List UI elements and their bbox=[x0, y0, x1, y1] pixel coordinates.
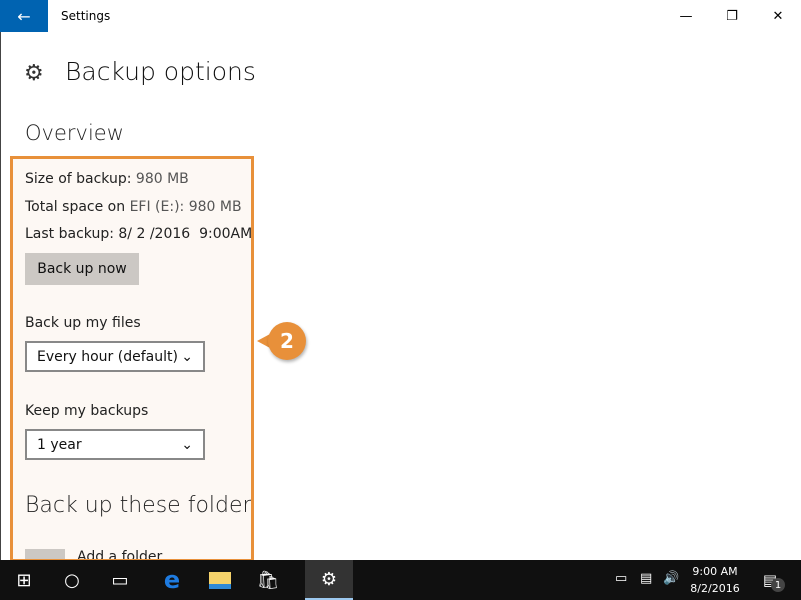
highlighted-panel: Size of backup: 980 MB Total space on EF… bbox=[10, 156, 254, 562]
close-icon: ✕ bbox=[772, 8, 784, 24]
back-button[interactable]: ← bbox=[0, 0, 48, 32]
clock-date: 8/2/2016 bbox=[690, 582, 740, 595]
store-icon: 🛍 bbox=[256, 569, 280, 591]
taskbar: ⊞ ○ ▭ e 🛍 ⚙ ▭ ▤ 🔊 9:00 AM 8/2/2016 ▤ 1 bbox=[0, 560, 801, 600]
clock-time: 9:00 AM bbox=[692, 565, 738, 578]
notification-count: 1 bbox=[771, 578, 786, 592]
clock[interactable]: 9:00 AM 8/2/2016 bbox=[680, 563, 750, 597]
arrow-left-icon: ← bbox=[17, 6, 31, 26]
battery-icon[interactable]: ▭ bbox=[615, 571, 627, 586]
back-up-now-button[interactable]: Back up now bbox=[25, 253, 139, 285]
start-button[interactable]: ⊞ bbox=[0, 560, 48, 600]
settings-icon: ⚙ bbox=[320, 568, 338, 590]
dropdown-value: 1 year bbox=[37, 436, 82, 453]
action-center-button[interactable]: ▤ 1 bbox=[750, 560, 798, 600]
volume-icon[interactable]: 🔊 bbox=[663, 571, 679, 586]
keep-backups-dropdown[interactable]: 1 year ⌄ bbox=[25, 429, 205, 460]
folders-heading: Back up these folders bbox=[25, 493, 254, 518]
total-space: Total space on EFI (E:): 980 MB bbox=[25, 199, 242, 215]
backup-frequency-dropdown[interactable]: Every hour (default) ⌄ bbox=[25, 341, 205, 372]
minimize-icon: — bbox=[679, 8, 693, 24]
close-button[interactable]: ✕ bbox=[755, 0, 801, 32]
window-title: Settings bbox=[61, 9, 111, 23]
keep-backups-label: Keep my backups bbox=[25, 403, 149, 419]
task-view-button[interactable]: ▭ bbox=[96, 560, 144, 600]
overview-heading: Overview bbox=[25, 121, 124, 145]
cortana-button[interactable]: ○ bbox=[48, 560, 96, 600]
edge-icon: e bbox=[163, 566, 181, 594]
network-icon[interactable]: ▤ bbox=[640, 571, 652, 586]
edge-button[interactable]: e bbox=[148, 560, 196, 600]
minimize-button[interactable]: — bbox=[663, 0, 709, 32]
chevron-down-icon: ⌄ bbox=[181, 348, 193, 365]
page-title: Backup options bbox=[65, 57, 256, 86]
step-callout: 2 bbox=[268, 322, 306, 360]
file-explorer-button[interactable] bbox=[196, 560, 244, 600]
start-icon: ⊞ bbox=[16, 569, 32, 591]
chevron-down-icon: ⌄ bbox=[181, 436, 193, 453]
file-explorer-icon bbox=[209, 571, 231, 589]
restore-icon: ❐ bbox=[726, 8, 738, 24]
backup-files-label: Back up my files bbox=[25, 315, 141, 331]
dropdown-value: Every hour (default) bbox=[37, 348, 178, 365]
store-button[interactable]: 🛍 bbox=[244, 560, 292, 600]
last-backup: Last backup: 8/ 2 /2016 9:00AM bbox=[25, 226, 253, 242]
cortana-icon: ○ bbox=[64, 569, 80, 591]
task-view-icon: ▭ bbox=[111, 569, 129, 591]
window-border bbox=[0, 0, 1, 560]
gear-icon: ⚙ bbox=[24, 61, 44, 86]
settings-taskbar-button[interactable]: ⚙ bbox=[305, 560, 353, 600]
size-of-backup: Size of backup: 980 MB bbox=[25, 171, 189, 187]
restore-button[interactable]: ❐ bbox=[709, 0, 755, 32]
